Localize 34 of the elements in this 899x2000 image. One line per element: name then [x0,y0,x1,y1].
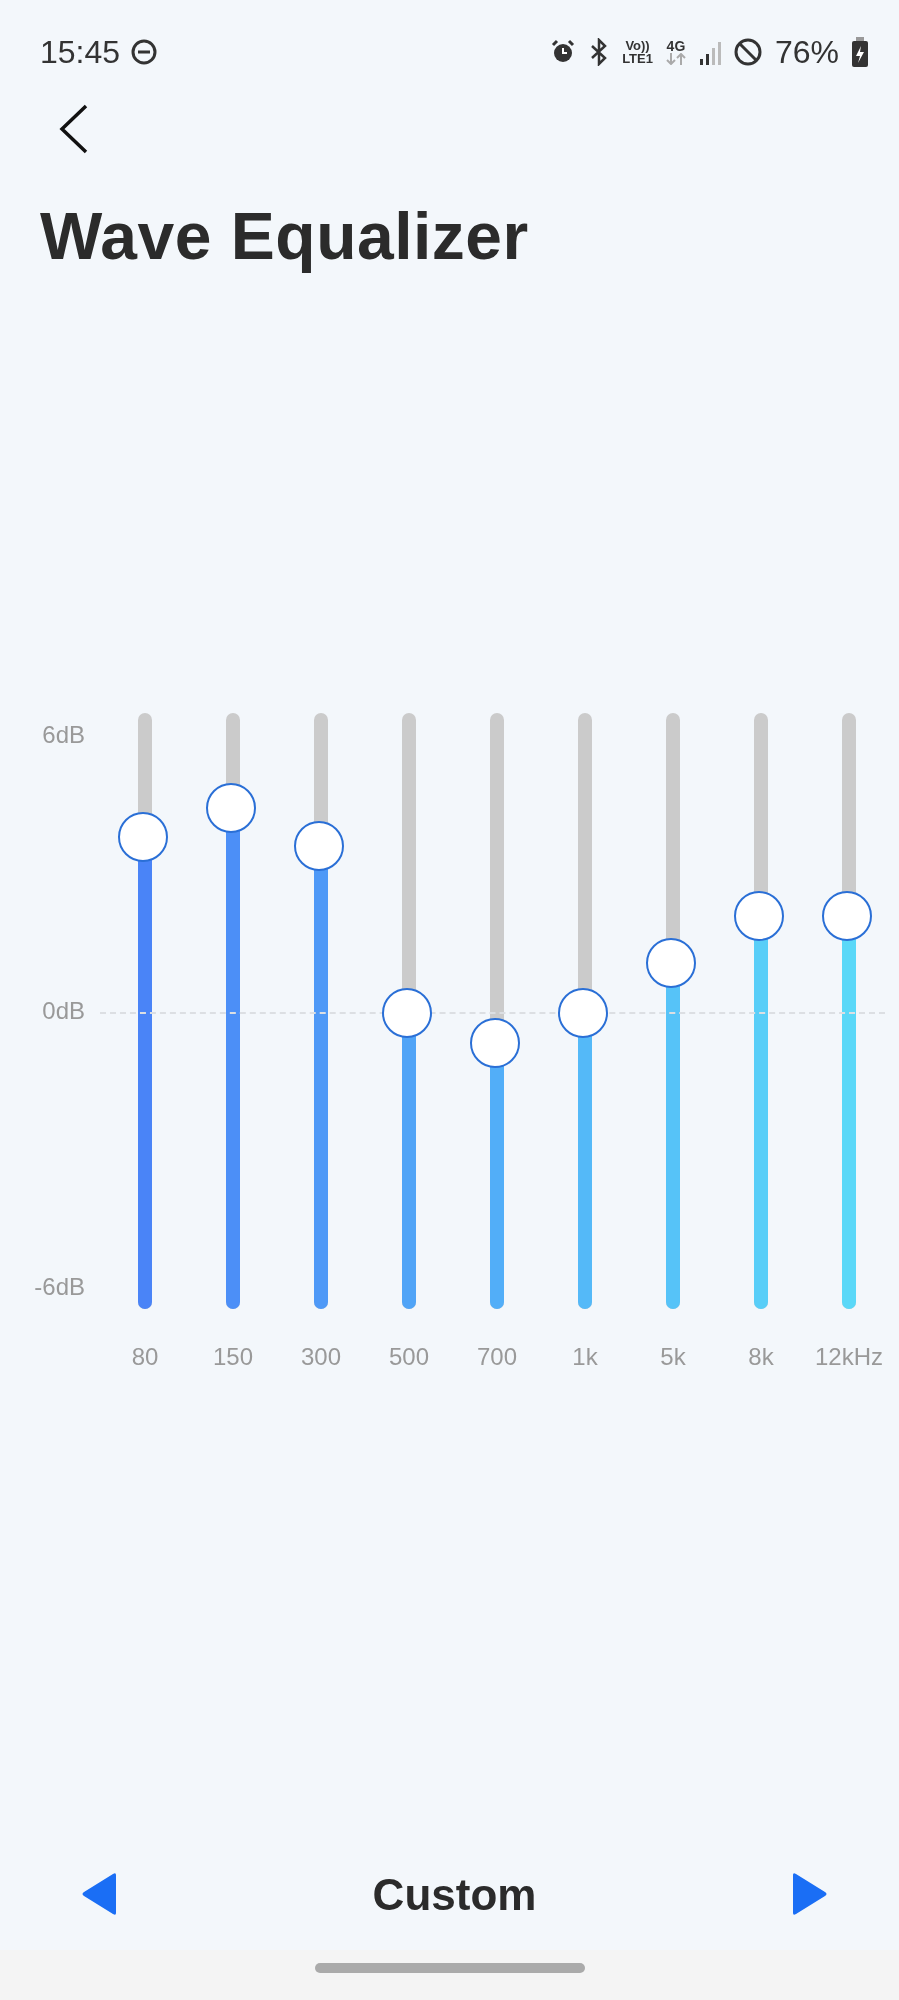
decibel-label: 6dB [42,720,85,750]
data-arrows-icon [664,53,687,65]
frequency-label: 300 [300,1343,341,1371]
frequency-label: 8k [748,1343,774,1371]
slider-thumb[interactable] [822,890,872,941]
slider-thumb[interactable] [734,890,784,941]
battery-percentage: 76% [774,33,839,71]
frequency-label: 5k [660,1343,686,1371]
slider-thumb[interactable] [470,1017,520,1068]
slider-thumb[interactable] [294,821,344,872]
frequency-label: 12kHz [815,1343,883,1371]
frequency-label: 500 [388,1343,429,1371]
frequency-label: 80 [131,1343,159,1371]
slider-thumb[interactable] [118,812,168,863]
frequency-label: 1k [572,1343,598,1371]
network-type: 4G [666,39,686,53]
slider-thumb[interactable] [646,937,696,988]
volte-label: Vo)) [625,39,650,52]
signal-icon [698,39,721,65]
slider-thumb[interactable] [558,988,608,1038]
decibel-label: -6dB [34,1272,85,1302]
battery-charging-icon [851,37,869,67]
preset-name: Custom [372,1870,537,1920]
page-title: Wave Equalizer [40,198,530,275]
frequency-label: 150 [212,1343,253,1371]
frequency-label: 700 [476,1343,517,1371]
lte-label: LTE1 [622,52,653,65]
clock-time: 15:45 [40,33,121,71]
alarm-icon [550,39,577,65]
do-not-disturb-icon [130,38,159,66]
slider-thumb[interactable] [206,783,256,833]
slider-thumb[interactable] [382,988,432,1038]
decibel-label: 0dB [42,996,85,1026]
blocked-icon [732,37,763,67]
